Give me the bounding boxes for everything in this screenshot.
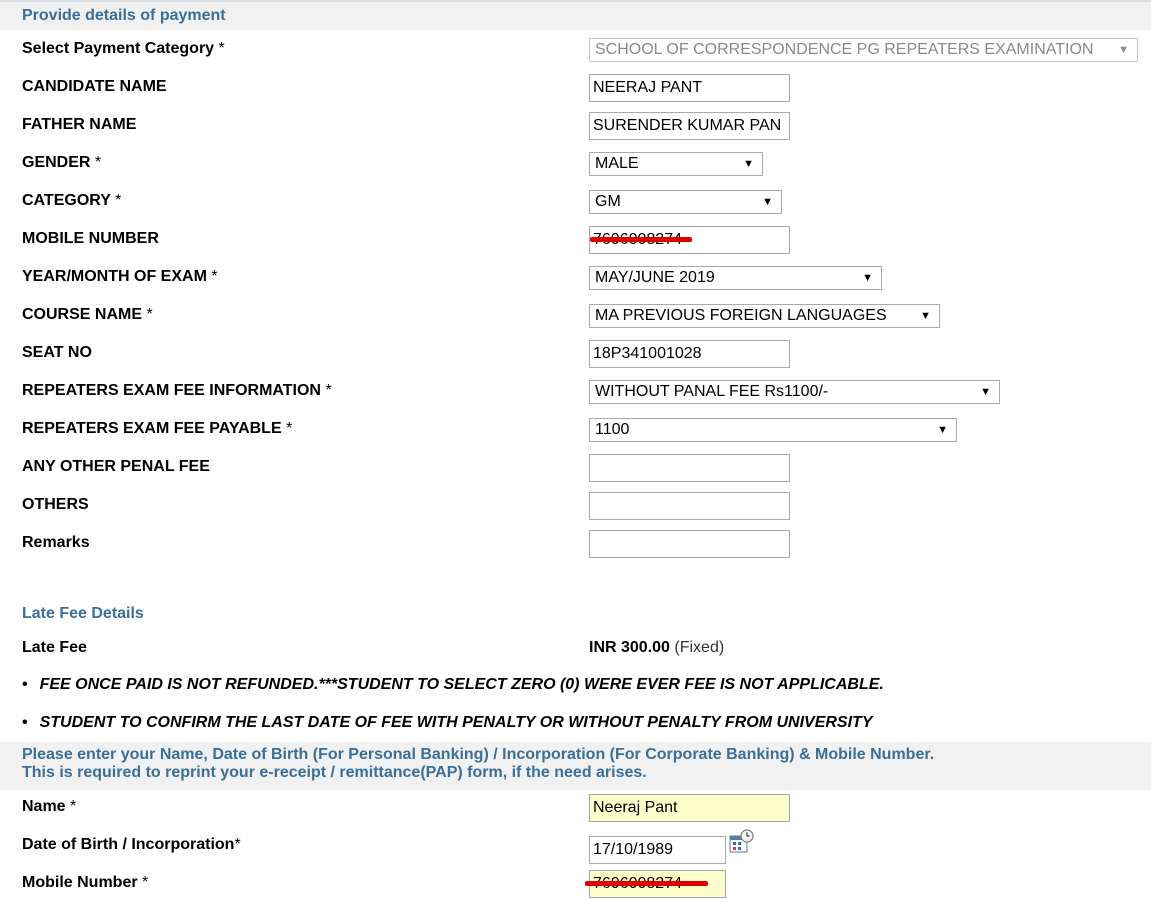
late-fee-note: (Fixed) [674,639,725,656]
late-fee-label: Late Fee [22,639,87,656]
notice-refund: • FEE ONCE PAID IS NOT REFUNDED.***STUDEN… [22,676,884,693]
name-input[interactable]: Neeraj Pant [589,794,790,822]
payment-category-label: Select Payment Category * [22,40,225,57]
father-name-input[interactable]: SURENDER KUMAR PAN [589,112,790,140]
late-fee-value: INR 300.00 (Fixed) [589,639,724,657]
mobile-number-label: MOBILE NUMBER [22,230,159,247]
bullet-icon: • [22,714,28,731]
category-select[interactable]: GM ▼ [589,190,782,214]
gender-label: GENDER * [22,154,102,171]
chevron-down-icon: ▼ [980,386,991,398]
notice-last-date: • STUDENT TO CONFIRM THE LAST DATE OF FEE… [22,714,873,731]
redaction-mark [585,881,708,886]
course-name-select[interactable]: MA PREVIOUS FOREIGN LANGUAGES ▼ [589,304,940,328]
chevron-down-icon: ▼ [1118,44,1129,56]
personal-header-line1: Please enter your Name, Date of Birth (F… [22,746,935,763]
bullet-icon: • [22,676,28,693]
seat-no-input[interactable]: 18P341001028 [589,340,790,368]
personal-mobile-label: Mobile Number * [22,874,149,891]
candidate-name-label: CANDIDATE NAME [22,78,167,95]
chevron-down-icon: ▼ [762,196,773,208]
late-fee-heading: Late Fee Details [22,605,144,622]
name-label: Name * [22,798,77,815]
category-value: GM [595,193,621,210]
late-fee-amount: INR 300.00 [589,639,670,656]
chevron-down-icon: ▼ [937,424,948,436]
chevron-down-icon: ▼ [920,310,931,322]
fee-payable-label: REPEATERS EXAM FEE PAYABLE * [22,420,293,437]
chevron-down-icon: ▼ [743,158,754,170]
year-month-select[interactable]: MAY/JUNE 2019 ▼ [589,266,882,290]
payment-category-select[interactable]: SCHOOL OF CORRESPONDENCE PG REPEATERS EX… [589,38,1138,62]
remarks-label: Remarks [22,534,90,551]
course-name-label: COURSE NAME * [22,306,153,323]
payment-category-value: SCHOOL OF CORRESPONDENCE PG REPEATERS EX… [595,41,1094,58]
fee-payable-value: 1100 [595,421,630,438]
dob-label: Date of Birth / Incorporation* [22,836,241,853]
redaction-mark [590,237,692,242]
dob-input[interactable]: 17/10/1989 [589,836,726,864]
fee-payable-select[interactable]: 1100 ▼ [589,418,957,442]
payment-details-title: Provide details of payment [22,7,226,24]
father-name-label: FATHER NAME [22,116,137,133]
fee-info-select[interactable]: WITHOUT PANAL FEE Rs1100/- ▼ [589,380,1000,404]
gender-select[interactable]: MALE ▼ [589,152,763,176]
seat-no-label: SEAT NO [22,344,92,361]
others-label: OTHERS [22,496,89,513]
personal-details-header: Please enter your Name, Date of Birth (F… [0,742,1151,790]
course-name-value: MA PREVIOUS FOREIGN LANGUAGES [595,307,887,324]
payment-details-header: Provide details of payment [0,2,1151,30]
calendar-icon[interactable] [729,828,755,854]
fee-info-label: REPEATERS EXAM FEE INFORMATION * [22,382,332,399]
remarks-input[interactable] [589,530,790,558]
chevron-down-icon: ▼ [862,272,873,284]
penal-fee-label: ANY OTHER PENAL FEE [22,458,210,475]
category-label: CATEGORY * [22,192,122,209]
personal-header-line2: This is required to reprint your e-recei… [22,764,647,781]
year-month-label: YEAR/MONTH OF EXAM * [22,268,218,285]
year-month-value: MAY/JUNE 2019 [595,269,715,286]
penal-fee-input[interactable] [589,454,790,482]
fee-info-value: WITHOUT PANAL FEE Rs1100/- [595,383,829,400]
candidate-name-input[interactable]: NEERAJ PANT [589,74,790,102]
gender-value: MALE [595,155,639,172]
others-input[interactable] [589,492,790,520]
